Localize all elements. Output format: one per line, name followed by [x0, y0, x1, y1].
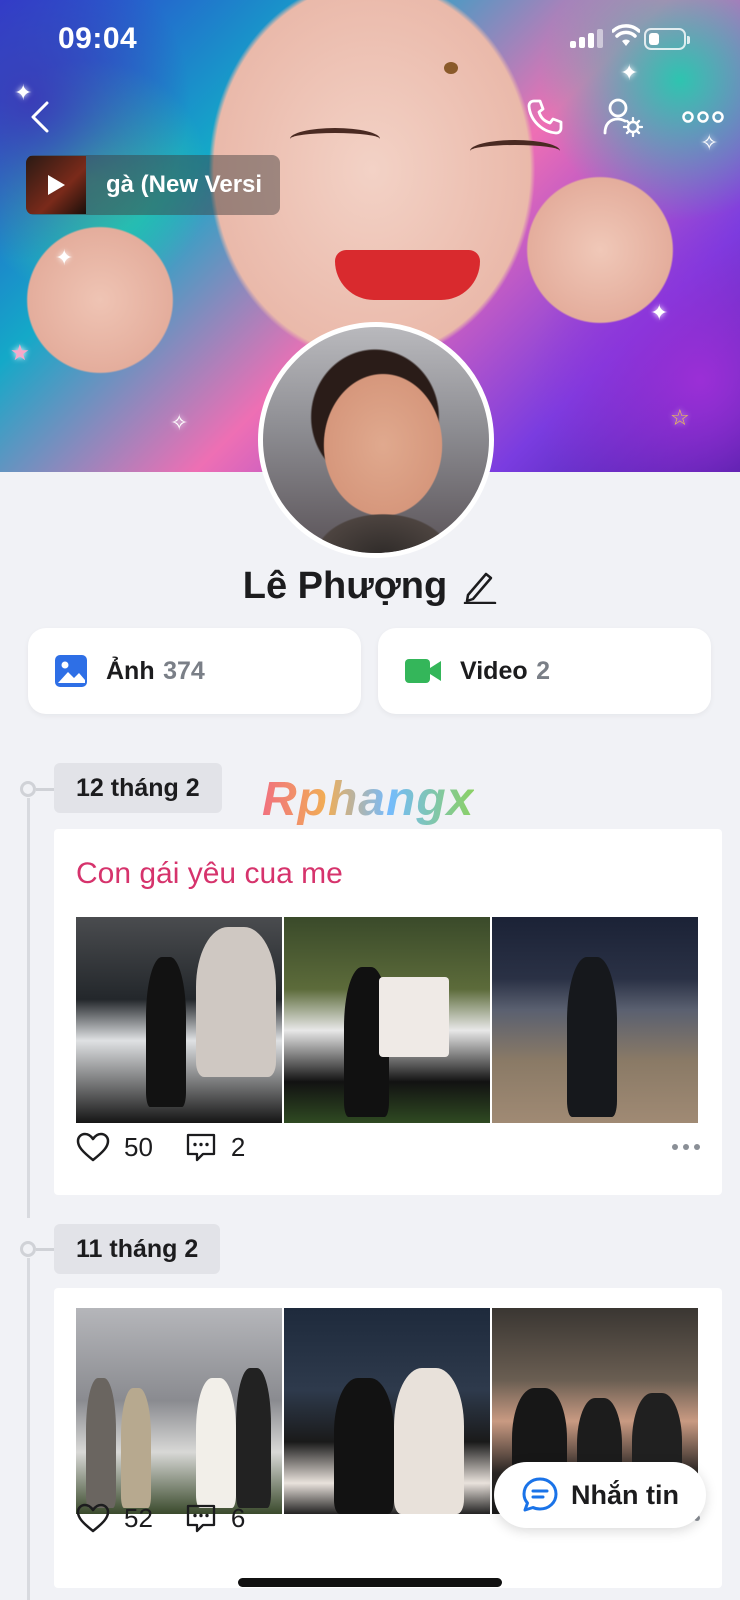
play-icon [48, 175, 65, 195]
sparkle-icon: ★ [10, 340, 30, 365]
more-icon [682, 111, 724, 123]
avatar[interactable] [258, 322, 494, 558]
post-photo[interactable] [492, 917, 698, 1123]
timeline-connector [36, 788, 54, 791]
video-icon [405, 659, 441, 683]
post-more-icon[interactable] [672, 1144, 700, 1150]
post-photo[interactable] [284, 917, 490, 1123]
videos-label: Video [460, 656, 528, 685]
profile-name: Lê Phượng [242, 564, 448, 607]
sparkle-icon: ✦ [55, 245, 74, 270]
post-photo[interactable] [284, 1308, 490, 1514]
comment-icon [186, 1504, 216, 1533]
more-options-button[interactable] [678, 92, 728, 142]
like-count: 52 [124, 1502, 153, 1533]
post-photos [76, 917, 698, 1123]
phone-icon [527, 99, 563, 135]
post-card: 52 6 [54, 1288, 722, 1588]
user-settings-icon [603, 98, 643, 137]
profile-settings-button[interactable] [598, 92, 648, 142]
status-time: 09:04 [58, 22, 138, 55]
chat-icon [522, 1477, 558, 1512]
heart-icon [76, 1503, 110, 1533]
post-card: Con gái yêu cua me 50 2 [54, 829, 722, 1195]
home-indicator [238, 1578, 502, 1587]
cover-decor [290, 128, 380, 150]
profile-music-chip[interactable]: gà (New Versi [26, 155, 280, 215]
videos-count: 2 [536, 656, 550, 685]
sparkle-icon: ✦ [650, 300, 669, 325]
like-button[interactable]: 52 [76, 1503, 153, 1534]
cover-decor [470, 140, 560, 162]
timeline-line [27, 798, 30, 1218]
edit-name-icon[interactable] [463, 568, 497, 604]
status-bar: 09:04 [0, 0, 740, 80]
back-icon [31, 101, 49, 133]
comment-count: 6 [230, 1502, 246, 1533]
post-photo[interactable] [76, 1308, 282, 1514]
post-photo[interactable] [76, 917, 282, 1123]
comment-button[interactable]: 2 [185, 1132, 245, 1163]
comment-button[interactable]: 6 [185, 1503, 245, 1534]
timeline-line [27, 1258, 30, 1600]
videos-card[interactable]: Video 2 [378, 628, 711, 714]
like-button[interactable]: 50 [76, 1132, 153, 1163]
message-button-label: Nhắn tin [571, 1479, 679, 1510]
cover-decor [335, 250, 480, 300]
timeline-connector [36, 1248, 54, 1251]
heart-icon [76, 1132, 110, 1162]
sparkle-icon: ☆ [670, 405, 690, 430]
post-caption: Con gái yêu cua me [76, 857, 343, 890]
photos-label: Ảnh [106, 656, 155, 685]
post-date: 11 tháng 2 [54, 1224, 221, 1274]
message-button[interactable]: Nhắn tin [494, 1462, 706, 1528]
music-thumbnail [26, 156, 86, 214]
photos-card[interactable]: Ảnh 374 [28, 628, 361, 714]
back-button[interactable] [15, 92, 65, 142]
profile-name-row: Lê Phượng [0, 558, 740, 614]
comment-icon [186, 1133, 216, 1162]
comment-count: 2 [230, 1131, 246, 1162]
post-date: 12 tháng 2 [54, 763, 222, 813]
music-title: gà (New Versi [106, 171, 263, 198]
wifi-icon [612, 24, 640, 46]
timeline-dot [20, 781, 36, 797]
watermark: Rphangx [262, 773, 475, 826]
photos-count: 374 [163, 656, 205, 685]
sparkle-icon: ✧ [170, 410, 189, 435]
call-button[interactable] [520, 92, 570, 142]
photo-icon [55, 655, 87, 687]
battery-icon [644, 28, 690, 50]
like-count: 50 [124, 1131, 153, 1162]
timeline-dot [20, 1241, 36, 1257]
signal-icon [570, 28, 603, 48]
post-actions: 50 2 [76, 1127, 700, 1167]
